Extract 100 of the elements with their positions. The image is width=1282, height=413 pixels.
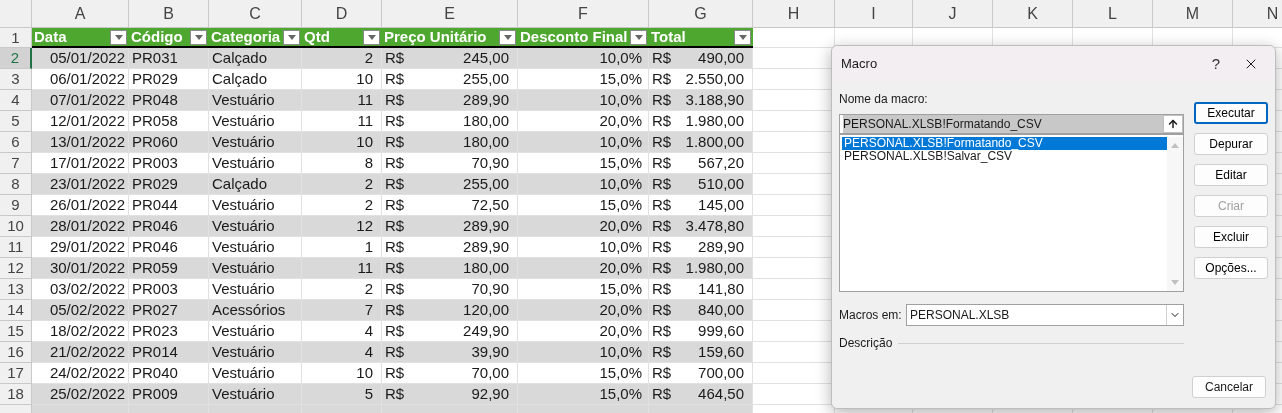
currency-symbol: R$: [385, 174, 405, 194]
table-cell: PR029: [129, 174, 209, 195]
table-cell: Vestuário: [209, 90, 302, 111]
row-header[interactable]: 4: [0, 90, 32, 111]
filter-dropdown-button[interactable]: [363, 29, 380, 45]
price-amount: 39,90: [471, 342, 509, 362]
table-cell: PR058: [129, 111, 209, 132]
table-cell: 28/01/2022: [32, 216, 129, 237]
table-cell: PR040: [129, 363, 209, 384]
currency-symbol: R$: [385, 132, 405, 152]
total-amount: 700,00: [698, 363, 744, 383]
triangle-down-icon: [503, 34, 512, 40]
row-header[interactable]: 9: [0, 195, 32, 216]
table-cell: 7: [302, 300, 382, 321]
row-header[interactable]: 15: [0, 321, 32, 342]
row-header[interactable]: 13: [0, 279, 32, 300]
row-header[interactable]: 16: [0, 342, 32, 363]
triangle-down-icon: [287, 34, 296, 40]
macro-list-item[interactable]: PERSONAL.XLSB!Salvar_CSV: [842, 150, 1167, 163]
table-cell: 29/01/2022: [32, 237, 129, 258]
row-header[interactable]: 5: [0, 111, 32, 132]
dialog-button[interactable]: Excluir: [1194, 226, 1268, 248]
column-header[interactable]: N: [1233, 0, 1282, 28]
table-cell: PR059: [129, 258, 209, 279]
table-cell: 12/01/2022: [32, 111, 129, 132]
row-header[interactable]: 14: [0, 300, 32, 321]
total-amount: 510,00: [698, 174, 744, 194]
row-header[interactable]: 17: [0, 363, 32, 384]
row-header[interactable]: 11: [0, 237, 32, 258]
help-button[interactable]: ?: [1201, 52, 1231, 76]
macros-in-dropdown[interactable]: PERSONAL.XLSB: [906, 304, 1184, 326]
macro-list-item[interactable]: PERSONAL.XLSB!Formatando_CSV: [842, 137, 1167, 150]
currency-symbol: R$: [385, 90, 405, 110]
row-header[interactable]: 6: [0, 132, 32, 153]
dialog-button[interactable]: Depurar: [1194, 133, 1268, 155]
row-header[interactable]: 7: [0, 153, 32, 174]
filter-dropdown-button[interactable]: [283, 29, 300, 45]
triangle-down-icon: [738, 34, 747, 40]
column-header[interactable]: K: [993, 0, 1073, 28]
collapse-button[interactable]: [1163, 115, 1183, 133]
column-header[interactable]: M: [1153, 0, 1233, 28]
currency-symbol: R$: [652, 279, 672, 299]
select-all-corner[interactable]: [0, 0, 32, 28]
table-cell: 18/02/2022: [32, 321, 129, 342]
table-cell: 10,0%: [518, 132, 649, 153]
currency-symbol: R$: [385, 153, 405, 173]
currency-symbol: R$: [652, 48, 672, 68]
row-header[interactable]: 1: [0, 28, 32, 48]
total-amount: 289,90: [698, 237, 744, 257]
row-header[interactable]: 10: [0, 216, 32, 237]
currency-symbol: R$: [652, 90, 672, 110]
column-header[interactable]: L: [1073, 0, 1153, 28]
table-cell: 20,0%: [518, 321, 649, 342]
header-label: Data: [34, 28, 67, 46]
dialog-title: Macro: [841, 55, 879, 74]
column-header[interactable]: J: [913, 0, 993, 28]
table-cell: PR060: [129, 132, 209, 153]
field-label: Nome da macro:: [839, 91, 929, 108]
price-amount: 72,50: [471, 195, 509, 215]
table-cell: 1: [302, 237, 382, 258]
filter-dropdown-button[interactable]: [499, 29, 516, 45]
currency-symbol: R$: [652, 300, 672, 320]
column-header[interactable]: H: [753, 0, 835, 28]
cancel-button[interactable]: Cancelar: [1192, 376, 1266, 398]
filter-dropdown-button[interactable]: [734, 29, 751, 45]
row-header[interactable]: 2: [0, 48, 32, 69]
table-cell: PR003: [129, 279, 209, 300]
table-cell: Calçado: [209, 48, 302, 69]
table-cell: 23/01/2022: [32, 174, 129, 195]
table-cell: Vestuário: [209, 216, 302, 237]
row-header[interactable]: 12: [0, 258, 32, 279]
dialog-button[interactable]: Opções...: [1194, 257, 1268, 279]
row-header[interactable]: 8: [0, 174, 32, 195]
filter-dropdown-button[interactable]: [110, 29, 127, 45]
currency-symbol: R$: [652, 174, 672, 194]
row-header[interactable]: 18: [0, 384, 32, 405]
macro-name-field[interactable]: PERSONAL.XLSB!Formatando_CSV: [839, 114, 1184, 134]
table-cell: 8: [302, 153, 382, 174]
table-cell: Calçado: [209, 69, 302, 90]
row-header[interactable]: 3: [0, 69, 32, 90]
header-label: Preço Unitário: [384, 28, 487, 46]
price-amount: 180,00: [463, 111, 509, 131]
table-cell: 2: [302, 48, 382, 69]
column-header[interactable]: I: [835, 0, 913, 28]
scrollbar[interactable]: [1167, 137, 1183, 291]
total-amount: 490,00: [698, 48, 744, 68]
field-label: Macros em:: [839, 307, 903, 324]
dialog-button[interactable]: Editar: [1194, 164, 1268, 186]
table-cell: 11: [302, 258, 382, 279]
filter-dropdown-button[interactable]: [630, 29, 647, 45]
table-cell: 20,0%: [518, 216, 649, 237]
table-cell: 05/01/2022: [32, 48, 129, 69]
table-cell: Vestuário: [209, 237, 302, 258]
dialog-button[interactable]: Executar: [1194, 102, 1268, 124]
filter-dropdown-button[interactable]: [190, 29, 207, 45]
table-cell: 20,0%: [518, 258, 649, 279]
total-amount: 159,60: [698, 342, 744, 362]
price-amount: 255,00: [463, 69, 509, 89]
currency-symbol: R$: [385, 258, 405, 278]
table-cell: PR003: [129, 153, 209, 174]
